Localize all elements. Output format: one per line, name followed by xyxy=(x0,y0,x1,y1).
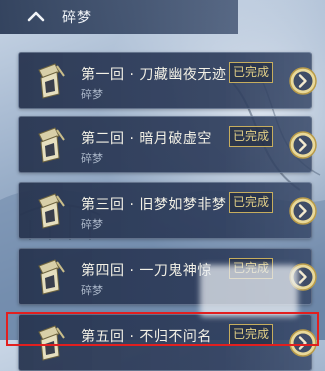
status-badge: 已完成 xyxy=(229,62,274,83)
chapter-emblem-icon xyxy=(33,324,67,362)
status-badge: 已完成 xyxy=(229,126,274,147)
status-badge: 已完成 xyxy=(229,324,274,345)
chapter-emblem-icon xyxy=(33,62,67,100)
chapter-name: 第二回 · 暗月破虚空 xyxy=(81,131,212,147)
chapter-card[interactable]: 第一回 · 刀藏幽夜无迹 碎梦 已完成 xyxy=(18,52,317,109)
section-header[interactable]: 碎梦 xyxy=(0,0,238,34)
chapter-subtitle: 碎梦 xyxy=(81,152,103,165)
section-title: 碎梦 xyxy=(62,10,92,26)
chapter-name: 第五回 · 不归不问名 xyxy=(81,329,212,345)
chapter-card[interactable]: 第五回 · 不归不问名 已完成 xyxy=(18,314,317,371)
chapter-card[interactable]: 第二回 · 暗月破虚空 碎梦 已完成 xyxy=(18,116,317,173)
chapter-emblem-icon xyxy=(33,258,67,296)
enter-arrow-icon[interactable] xyxy=(289,197,317,225)
chapter-name: 第一回 · 刀藏幽夜无迹 xyxy=(81,67,227,83)
status-badge: 已完成 xyxy=(229,192,274,213)
chapter-subtitle: 碎梦 xyxy=(81,284,103,297)
chapter-subtitle: 碎梦 xyxy=(81,88,103,101)
chapter-name: 第四回 · 一刀鬼神惊 xyxy=(81,263,212,279)
enter-arrow-icon[interactable] xyxy=(289,67,317,95)
chapter-emblem-icon xyxy=(33,126,67,164)
chapter-emblem-icon xyxy=(33,192,67,230)
redacted-overlay xyxy=(200,265,298,317)
chapter-subtitle: 碎梦 xyxy=(81,218,103,231)
chapter-card[interactable]: 第三回 · 旧梦如梦非梦 碎梦 已完成 xyxy=(18,182,317,239)
enter-arrow-icon[interactable] xyxy=(289,329,317,357)
chevron-up-icon[interactable] xyxy=(24,5,48,29)
chapter-name: 第三回 · 旧梦如梦非梦 xyxy=(81,197,227,213)
enter-arrow-icon[interactable] xyxy=(289,131,317,159)
